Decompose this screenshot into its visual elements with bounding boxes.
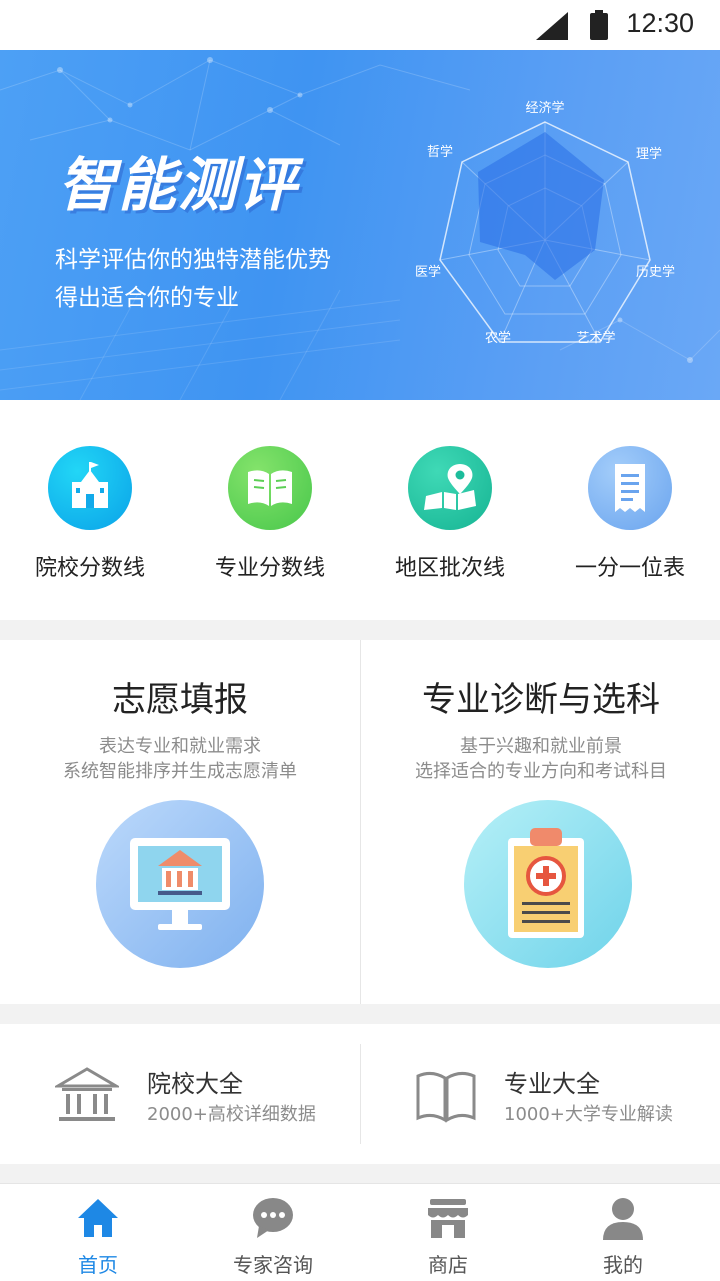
person-icon <box>603 1198 643 1240</box>
institution-icon <box>55 1067 119 1121</box>
quick-link-major-score[interactable]: 专业分数线 <box>180 400 360 620</box>
clipboard-medical-icon <box>464 800 632 968</box>
school-building-icon <box>48 446 132 530</box>
quick-link-label: 一分一位表 <box>574 556 685 581</box>
status-time: 12:30 <box>626 8 694 38</box>
quick-links: 院校分数线 专业分数线 地区批次线 一分一位表 <box>0 400 720 620</box>
card-major-diagnosis[interactable]: 专业诊断与选科 基于兴趣和就业前景 选择适合的专业方向和考试科目 <box>361 640 720 1004</box>
card-title: 专业诊断与选科 <box>422 680 660 720</box>
status-bar: 12:30 <box>0 0 720 50</box>
home-icon <box>78 1199 118 1237</box>
battery-icon <box>590 10 608 40</box>
signal-icon <box>536 12 568 40</box>
radar-label-science: 理学 <box>636 146 662 162</box>
radar-label-art: 艺术学 <box>576 330 615 346</box>
tab-label: 首页 <box>78 1253 118 1277</box>
monitor-university-icon <box>96 800 264 968</box>
radar-chart-graphic: 经济学 理学 历史学 艺术学 农学 医学 哲学 <box>415 100 675 346</box>
tab-home[interactable]: 首页 <box>8 1184 188 1281</box>
directory-desc: 2000+高校详细数据 <box>147 1104 316 1125</box>
card-desc-1: 表达专业和就业需求 <box>99 736 261 757</box>
tab-label: 专家咨询 <box>233 1253 313 1277</box>
directory-desc: 1000+大学专业解读 <box>504 1104 673 1125</box>
tab-store[interactable]: 商店 <box>358 1184 538 1281</box>
open-book-icon <box>228 446 312 530</box>
radar-label-history: 历史学 <box>636 264 675 280</box>
directory-title: 专业大全 <box>504 1070 600 1098</box>
document-list-icon <box>588 446 672 530</box>
book-icon <box>416 1071 476 1123</box>
quick-link-label: 院校分数线 <box>34 556 145 581</box>
feature-cards: 志愿填报 表达专业和就业需求 系统智能排序并生成志愿清单 专业诊断与选科 基于兴… <box>0 640 720 1004</box>
card-title: 志愿填报 <box>112 680 248 720</box>
quick-link-region-batch[interactable]: 地区批次线 <box>360 400 540 620</box>
map-pin-icon <box>408 446 492 530</box>
tab-mine[interactable]: 我的 <box>533 1184 713 1281</box>
tab-label: 我的 <box>603 1253 643 1277</box>
chat-bubble-icon <box>253 1198 293 1238</box>
quick-link-label: 地区批次线 <box>394 556 505 581</box>
radar-label-medicine: 医学 <box>415 264 441 280</box>
assessment-banner[interactable]: 智能测评 科学评估你的独特潜能优势 得出适合你的专业 经济学 理学 历史学 艺术… <box>0 50 720 400</box>
card-desc-2: 系统智能排序并生成志愿清单 <box>63 761 297 782</box>
radar-label-philosophy: 哲学 <box>427 144 453 160</box>
tab-label: 商店 <box>428 1253 468 1277</box>
directory-title: 院校大全 <box>147 1070 243 1098</box>
quick-link-score-rank[interactable]: 一分一位表 <box>540 400 720 620</box>
quick-link-label: 专业分数线 <box>214 556 325 581</box>
radar-label-agriculture: 农学 <box>485 330 511 346</box>
bottom-tab-bar: 首页 专家咨询 商店 我的 <box>0 1183 720 1281</box>
card-desc-2: 选择适合的专业方向和考试科目 <box>415 761 667 782</box>
card-desc-1: 基于兴趣和就业前景 <box>460 736 622 757</box>
card-application-filling[interactable]: 志愿填报 表达专业和就业需求 系统智能排序并生成志愿清单 <box>0 640 360 1004</box>
quick-link-school-score[interactable]: 院校分数线 <box>0 400 180 620</box>
directory-colleges[interactable]: 院校大全 2000+高校详细数据 <box>0 1024 360 1164</box>
tab-expert-consult[interactable]: 专家咨询 <box>183 1184 363 1281</box>
directory-majors[interactable]: 专业大全 1000+大学专业解读 <box>361 1024 720 1164</box>
store-icon <box>428 1199 468 1238</box>
radar-label-economics: 经济学 <box>525 100 564 116</box>
directory-links: 院校大全 2000+高校详细数据 专业大全 1000+大学专业解读 <box>0 1024 720 1164</box>
